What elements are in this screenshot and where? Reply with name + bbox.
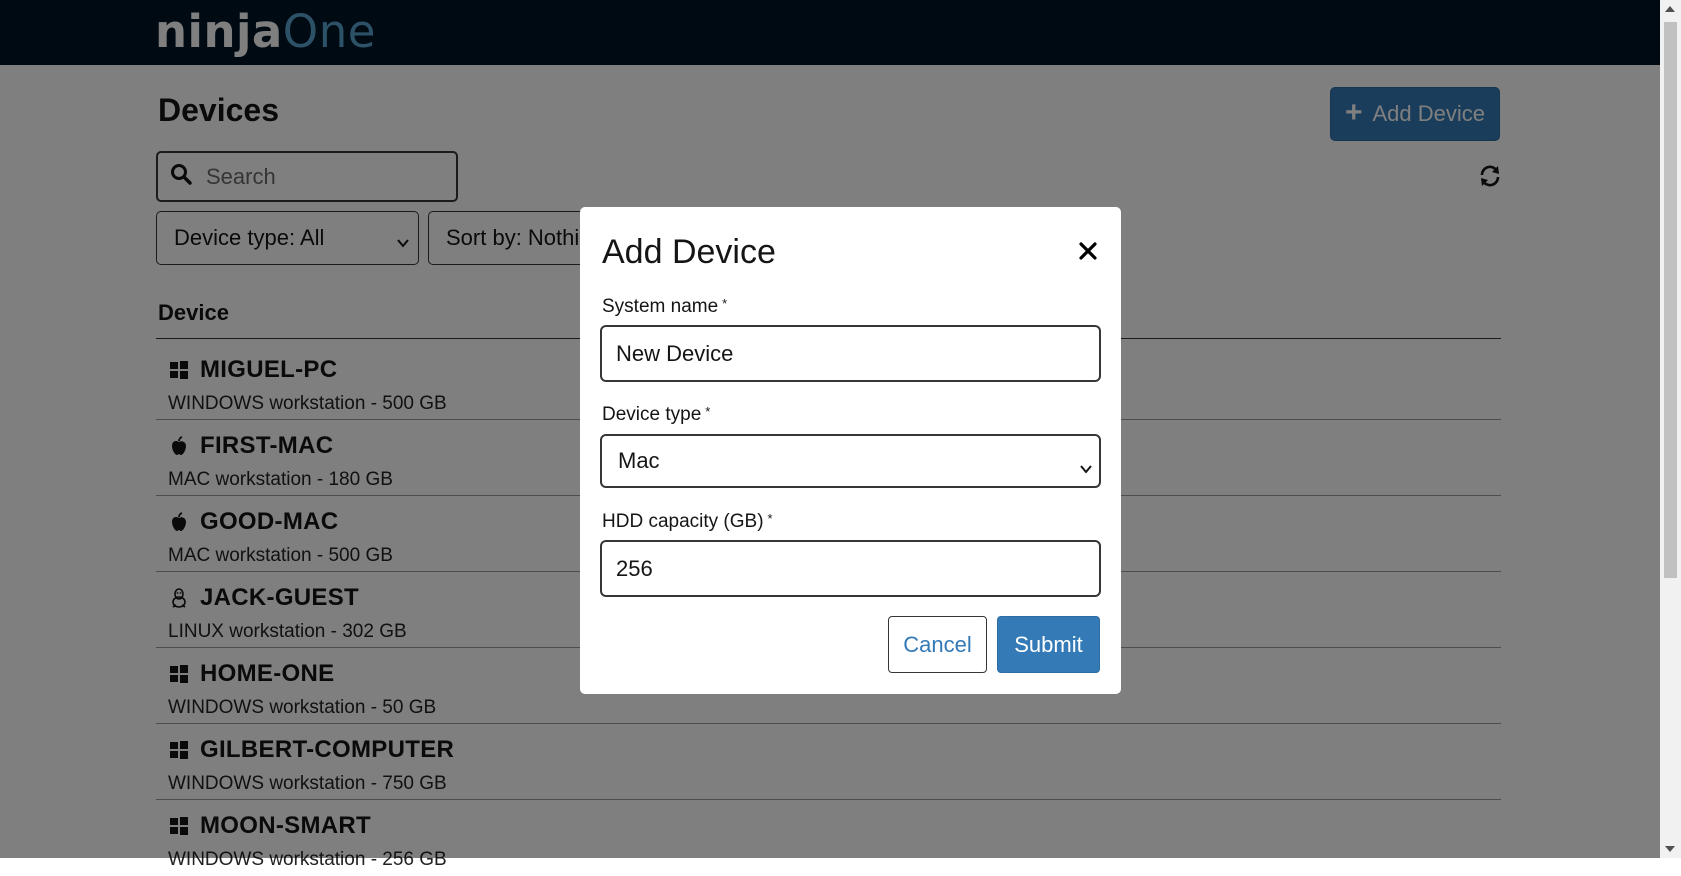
submit-button[interactable]: Submit [997, 616, 1100, 673]
scroll-down-arrow-icon[interactable] [1665, 846, 1675, 852]
required-mark: * [705, 404, 711, 419]
system-name-field[interactable] [600, 325, 1101, 382]
hdd-capacity-label: HDD capacity (GB) * [602, 511, 773, 532]
add-device-dialog: Add Device System name* Device type* Mac… [580, 207, 1121, 694]
close-icon[interactable] [1077, 240, 1099, 262]
dialog-title: Add Device [602, 233, 776, 271]
chevron-down-icon [1079, 456, 1093, 482]
hdd-capacity-input[interactable] [614, 554, 1088, 583]
device-type-label: Device type * [602, 404, 711, 425]
system-name-label: System name * [602, 296, 728, 317]
scrollbar-thumb[interactable] [1664, 22, 1677, 578]
device-type-select[interactable]: Mac [600, 434, 1101, 488]
page-scrollbar[interactable] [1660, 0, 1681, 858]
cancel-button[interactable]: Cancel [888, 616, 987, 673]
required-mark: * [767, 511, 773, 526]
hdd-capacity-field[interactable] [600, 540, 1101, 597]
required-mark: * [722, 296, 728, 311]
scroll-up-arrow-icon[interactable] [1665, 6, 1675, 12]
system-name-input[interactable] [614, 339, 1088, 368]
device-type-select-value: Mac [618, 448, 660, 473]
